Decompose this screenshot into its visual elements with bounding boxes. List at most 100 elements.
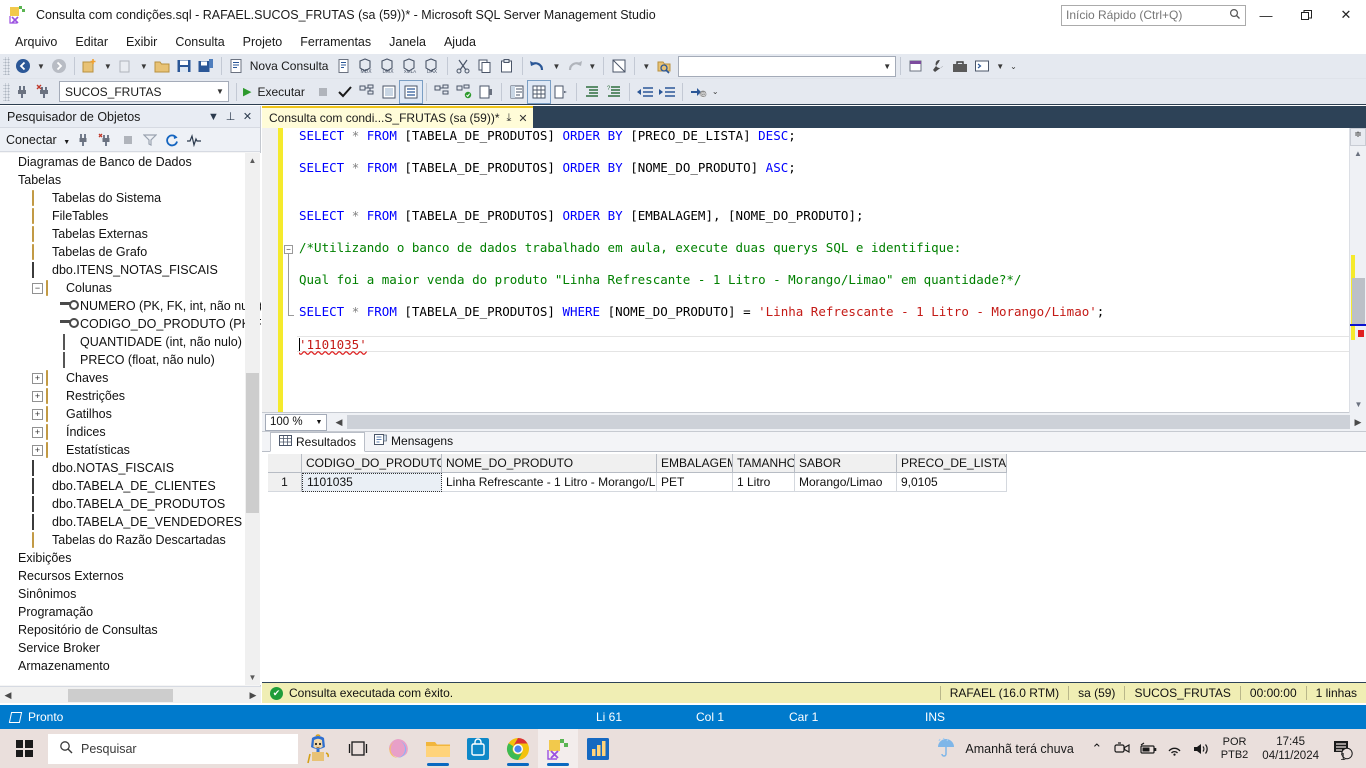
connect-plug-icon[interactable]	[12, 81, 34, 103]
live-query-stats-icon[interactable]	[453, 81, 475, 103]
sql-toolbar-grip[interactable]	[3, 82, 10, 101]
show-hidden-icons-icon[interactable]: ⌃	[1084, 729, 1110, 768]
file-explorer-icon[interactable]	[418, 729, 458, 768]
chevron-down-icon[interactable]: ▼	[212, 87, 228, 96]
menu-janela[interactable]: Janela	[380, 32, 435, 52]
undo-icon[interactable]	[527, 55, 549, 77]
expand-icon[interactable]: +	[32, 390, 43, 402]
grid-cell[interactable]: 1 Litro	[733, 473, 795, 492]
tree-node[interactable]: Tabelas do Sistema	[0, 189, 261, 207]
tree-node[interactable]: FileTables	[0, 207, 261, 225]
scroll-down-icon[interactable]: ▼	[1350, 397, 1366, 413]
sql-toolbar-options-icon[interactable]: ⌄	[709, 87, 722, 96]
tree-node[interactable]: PRECO (float, não nulo)	[0, 351, 261, 369]
tree-node[interactable]: Tabelas Externas	[0, 225, 261, 243]
grid-cell[interactable]: 1101035	[302, 473, 442, 492]
tab-mensagens[interactable]: Mensagens	[365, 431, 462, 451]
new-xmla-query-icon[interactable]: XMLA	[399, 55, 421, 77]
grid-column-header[interactable]: NOME_DO_PRODUTO	[442, 454, 657, 473]
tree-node[interactable]: Service Broker	[0, 639, 261, 657]
store-icon[interactable]	[458, 729, 498, 768]
paste-icon[interactable]	[496, 55, 518, 77]
wifi-icon[interactable]	[1162, 729, 1188, 768]
save-all-icon[interactable]	[195, 55, 217, 77]
menu-exibir[interactable]: Exibir	[117, 32, 166, 52]
tree-node[interactable]: Sinônimos	[0, 585, 261, 603]
new-project-dropdown-icon[interactable]: ▼	[101, 62, 115, 71]
command-dropdown-icon[interactable]: ▼	[993, 62, 1007, 71]
show-diagram-pane-icon[interactable]	[608, 55, 630, 77]
menu-consulta[interactable]: Consulta	[166, 32, 233, 52]
new-dax-query-icon[interactable]: DAX	[421, 55, 443, 77]
disconnect-plug-icon[interactable]	[34, 81, 56, 103]
close-icon[interactable]: ✕	[518, 112, 527, 125]
oe-connect-icon[interactable]	[73, 130, 95, 150]
code-editor[interactable]: − SELECT * FROM [TABELA_DE_PRODUTOS] ORD…	[262, 128, 1366, 413]
toolbar-options-icon[interactable]: ⌄	[1007, 62, 1020, 71]
object-explorer-vscrollbar[interactable]: ▲ ▼	[245, 153, 260, 685]
new-project-icon[interactable]	[79, 55, 101, 77]
grid-column-header[interactable]: CODIGO_DO_PRODUTO	[302, 454, 442, 473]
menu-editar[interactable]: Editar	[66, 32, 117, 52]
tree-node[interactable]: + Índices	[0, 423, 261, 441]
results-to-grid-icon[interactable]	[526, 79, 551, 104]
find-icon[interactable]	[653, 55, 675, 77]
grid-cell[interactable]: Morango/Limao	[795, 473, 897, 492]
hscroll-thumb[interactable]	[68, 688, 173, 702]
table-row[interactable]: 1 1101035 Linha Refrescante - 1 Litro - Mo…	[268, 473, 1366, 492]
close-button[interactable]: ✕	[1326, 0, 1366, 30]
chrome-icon[interactable]	[498, 729, 538, 768]
undo-dropdown-icon[interactable]: ▼	[549, 62, 563, 71]
expand-icon[interactable]: +	[32, 408, 43, 420]
new-query-icon[interactable]	[226, 55, 248, 77]
decrease-indent-icon[interactable]	[634, 81, 656, 103]
tab-resultados[interactable]: Resultados	[270, 432, 366, 452]
document-tab[interactable]: Consulta com condi...S_FRUTAS (sa (59))*…	[262, 106, 533, 128]
chevron-down-icon[interactable]: ▼	[63, 139, 70, 146]
tree-node[interactable]: dbo.ITENS_NOTAS_FISCAIS	[0, 261, 261, 279]
editor-vscrollbar[interactable]: ≑ ▲ ▼	[1349, 128, 1366, 413]
tree-node[interactable]: Tabelas de Grafo	[0, 243, 261, 261]
tree-node[interactable]: dbo.NOTAS_FISCAIS	[0, 459, 261, 477]
tree-node[interactable]: + Restrições	[0, 387, 261, 405]
meet-now-icon[interactable]	[1110, 729, 1136, 768]
grid-cell[interactable]: PET	[657, 473, 733, 492]
object-explorer-icon[interactable]	[905, 55, 927, 77]
start-button[interactable]	[0, 729, 48, 768]
cut-icon[interactable]	[452, 55, 474, 77]
collapse-icon[interactable]: −	[32, 282, 43, 294]
results-to-text-icon[interactable]	[506, 81, 528, 103]
tree-node[interactable]: Exibições	[0, 549, 261, 567]
increase-indent-icon[interactable]	[656, 81, 678, 103]
tree-node[interactable]: Programação	[0, 603, 261, 621]
tree-node[interactable]: Repositório de Consultas	[0, 621, 261, 639]
tree-node[interactable]: CODIGO_DO_PRODUTO (PK, FK,	[0, 315, 261, 333]
copilot-icon[interactable]	[378, 729, 418, 768]
new-query-db-icon[interactable]	[333, 55, 355, 77]
grid-corner-cell[interactable]	[268, 454, 302, 473]
database-selector[interactable]: SUCOS_FRUTAS ▼	[59, 81, 229, 102]
oe-refresh-icon[interactable]	[161, 130, 183, 150]
minimize-button[interactable]: —	[1246, 0, 1286, 30]
current-code-line[interactable]: '1101035'	[297, 336, 1366, 352]
grid-column-header[interactable]: SABOR	[795, 454, 897, 473]
copy-icon[interactable]	[474, 55, 496, 77]
properties-wrench-icon[interactable]	[927, 55, 949, 77]
new-query-label[interactable]: Nova Consulta	[248, 59, 334, 73]
new-dmx-query-icon[interactable]: DMX	[377, 55, 399, 77]
tree-node[interactable]: QUANTIDADE (int, não nulo)	[0, 333, 261, 351]
scroll-right-icon[interactable]: ▶	[1350, 417, 1366, 428]
menu-ajuda[interactable]: Ajuda	[435, 32, 485, 52]
grid-row-number[interactable]: 1	[268, 473, 302, 492]
chevron-down-icon[interactable]: ▼	[312, 419, 326, 426]
tree-node[interactable]: dbo.TABELA_DE_VENDEDORES	[0, 513, 261, 531]
menu-ferramentas[interactable]: Ferramentas	[291, 32, 380, 52]
grid-cell[interactable]: Linha Refrescante - 1 Litro - Morango/Li…	[442, 473, 657, 492]
save-icon[interactable]	[173, 55, 195, 77]
editor-code-lines[interactable]: SELECT * FROM [TABELA_DE_PRODUTOS] ORDER…	[297, 128, 1366, 412]
tree-node[interactable]: dbo.TABELA_DE_PRODUTOS	[0, 495, 261, 513]
power-bi-icon[interactable]	[578, 729, 618, 768]
expand-icon[interactable]: +	[32, 444, 43, 456]
language-indicator[interactable]: POR PTB2	[1214, 736, 1256, 762]
scroll-left-icon[interactable]: ◀	[331, 417, 347, 428]
